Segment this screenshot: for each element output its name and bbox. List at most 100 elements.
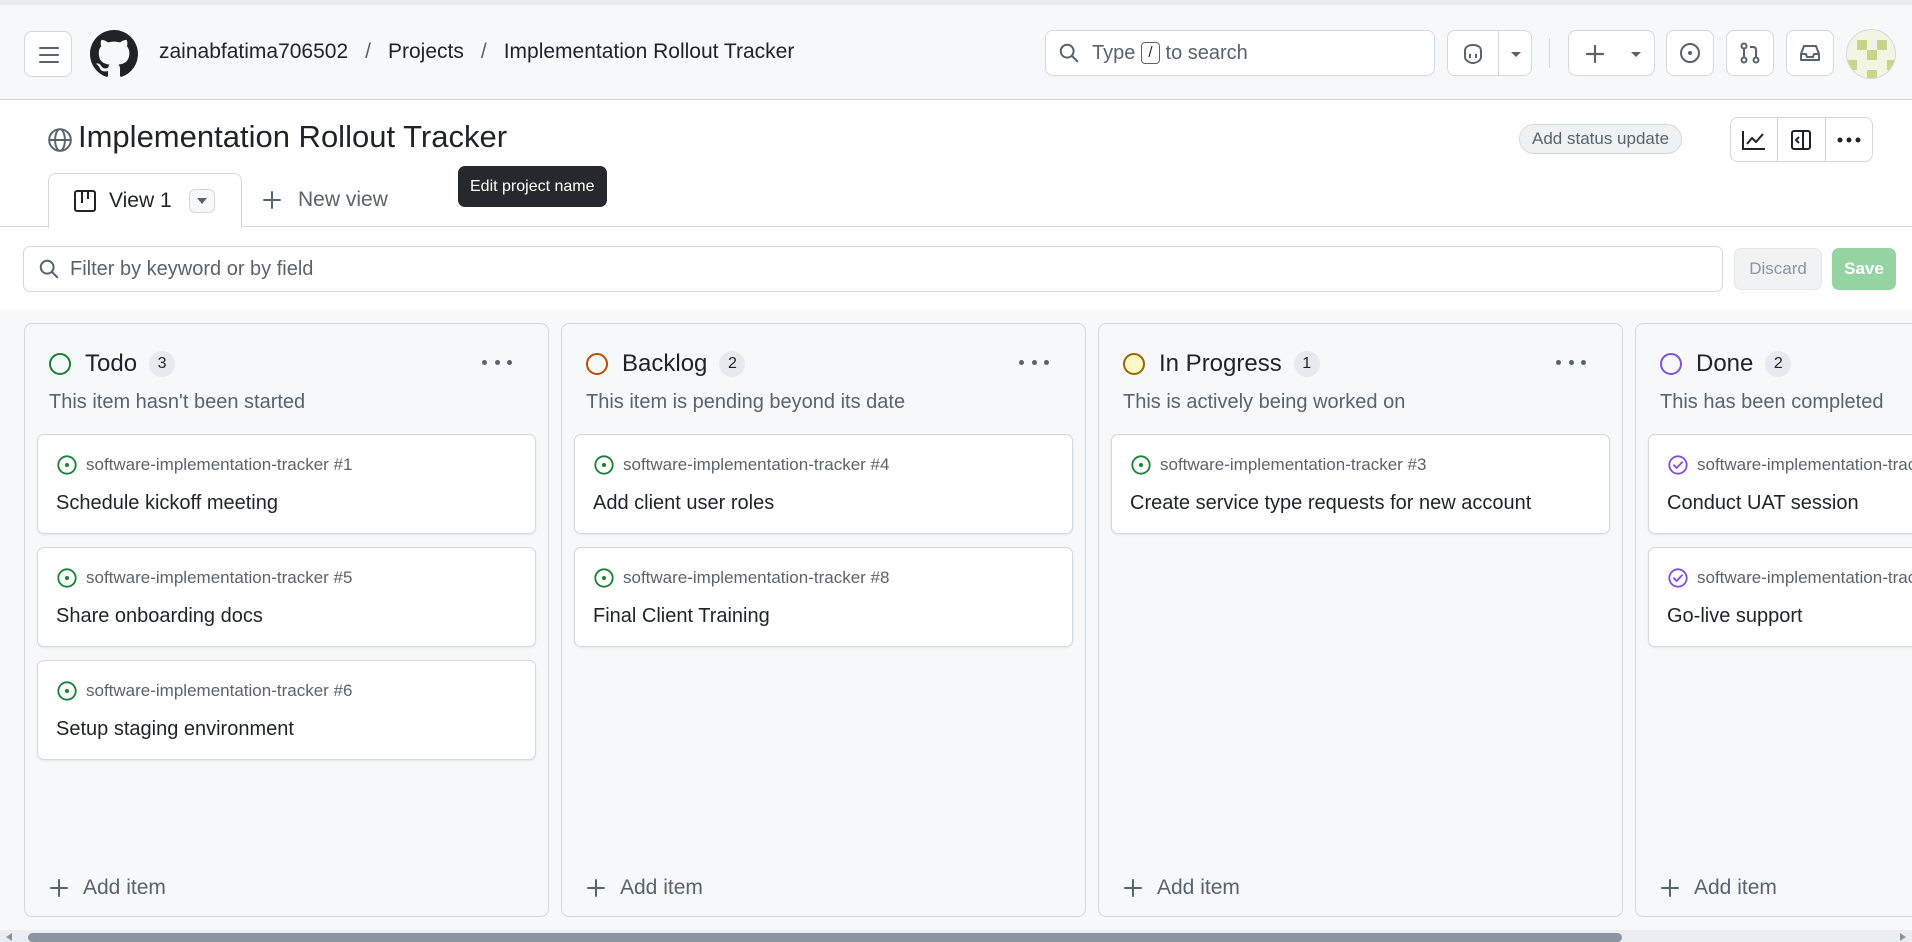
breadcrumb-project[interactable]: Implementation Rollout Tracker (504, 40, 795, 64)
card-reference[interactable]: software-implementation-tracker #1 (86, 455, 352, 475)
toggle-side-panel-button[interactable] (1778, 118, 1826, 161)
card-reference[interactable]: software-implementation-tracker #3 (1160, 455, 1426, 475)
card-title[interactable]: Setup staging environment (56, 718, 294, 741)
search-icon (1059, 43, 1079, 63)
column-backlog: Backlog 2 This item is pending beyond it… (561, 323, 1086, 917)
card-reference[interactable]: software-implementation-tracker #7 (1697, 455, 1912, 475)
plus-icon (1585, 44, 1605, 64)
add-item-button[interactable]: Add item (1660, 876, 1777, 900)
column-menu-button[interactable] (1019, 352, 1049, 372)
discard-button[interactable]: Discard (1734, 248, 1822, 290)
add-item-button[interactable]: Add item (1123, 876, 1240, 900)
scroll-right-icon[interactable] (1900, 933, 1906, 941)
filter-input[interactable]: Filter by keyword or by field (23, 246, 1723, 292)
board-card[interactable]: software-implementation-tracker #7 Condu… (1648, 434, 1912, 534)
filter-placeholder: Filter by keyword or by field (70, 257, 314, 280)
add-item-label: Add item (620, 876, 703, 899)
add-item-label: Add item (1694, 876, 1777, 899)
save-button[interactable]: Save (1832, 248, 1896, 290)
insights-button[interactable] (1731, 118, 1779, 161)
issue-opened-icon (57, 568, 77, 588)
issue-closed-icon (1668, 568, 1688, 588)
card-title[interactable]: Schedule kickoff meeting (56, 492, 278, 515)
column-count: 3 (149, 351, 176, 377)
horizontal-scrollbar[interactable] (0, 930, 1912, 942)
scroll-left-icon[interactable] (6, 933, 12, 941)
column-count: 2 (1765, 351, 1792, 377)
tab-view-1[interactable]: View 1 (48, 173, 242, 228)
more-options-button[interactable] (1826, 118, 1872, 161)
card-title[interactable]: Create service type requests for new acc… (1130, 492, 1531, 515)
add-status-update-button[interactable]: Add status update (1519, 124, 1683, 154)
search-prefix: Type (1092, 41, 1136, 64)
card-reference[interactable]: software-implementation-tracker #8 (623, 568, 889, 588)
issues-button[interactable] (1666, 30, 1714, 76)
view-options-button[interactable] (189, 189, 215, 213)
search-shortcut-key: / (1141, 42, 1160, 64)
board-card[interactable]: software-implementation-tracker #4 Add c… (574, 434, 1073, 534)
board-card[interactable]: software-implementation-tracker #5 Share… (37, 547, 536, 647)
column-name: Done (1696, 350, 1754, 377)
card-reference[interactable]: software-implementation-tracker #6 (86, 681, 352, 701)
column-count: 1 (1293, 351, 1320, 377)
card-title[interactable]: Go-live support (1667, 605, 1803, 628)
card-reference[interactable]: software-implementation-tracker #5 (86, 568, 352, 588)
inbox-button[interactable] (1786, 30, 1834, 76)
user-avatar[interactable] (1846, 29, 1896, 79)
card-title[interactable]: Add client user roles (593, 492, 774, 515)
column-description: This item hasn't been started (49, 391, 306, 413)
breadcrumb-projects[interactable]: Projects (388, 40, 464, 64)
card-title[interactable]: Final Client Training (593, 605, 770, 628)
status-circle-icon (49, 353, 71, 375)
pull-requests-button[interactable] (1726, 30, 1774, 76)
header-divider (1549, 38, 1550, 68)
board-card[interactable]: software-implementation-tracker #6 Setup… (37, 660, 536, 760)
scrollbar-thumb[interactable] (28, 933, 1622, 942)
add-item-label: Add item (1157, 876, 1240, 899)
column-description: This item is pending beyond its date (586, 391, 906, 413)
column-header: Done 2 (1660, 350, 1792, 378)
column-name: In Progress (1159, 350, 1282, 377)
tab-label: View 1 (109, 189, 172, 212)
board-view-icon (74, 190, 96, 212)
plus-icon (587, 879, 605, 897)
menu-button[interactable] (24, 31, 72, 77)
column-menu-button[interactable] (482, 352, 512, 372)
card-title[interactable]: Conduct UAT session (1667, 492, 1859, 515)
add-item-button[interactable]: Add item (49, 876, 166, 900)
board-card[interactable]: software-implementation-tracker #8 Final… (574, 547, 1073, 647)
breadcrumb-owner[interactable]: zainabfatima706502 (159, 40, 348, 64)
plus-icon (263, 191, 281, 209)
triangle-down-icon (197, 198, 207, 204)
graph-icon (1742, 130, 1766, 150)
copilot-button[interactable] (1447, 30, 1532, 76)
column-in-progress: In Progress 1 This is actively being wor… (1098, 323, 1623, 917)
chevron-down-icon (1631, 52, 1641, 57)
add-item-label: Add item (83, 876, 166, 899)
new-view-button[interactable]: New view (262, 188, 388, 212)
column-name: Todo (85, 350, 138, 377)
plus-icon (50, 879, 68, 897)
board-card[interactable]: software-implementation-tracker #2 Go-li… (1648, 547, 1912, 647)
issue-opened-icon (57, 681, 77, 701)
board-card[interactable]: software-implementation-tracker #1 Sched… (37, 434, 536, 534)
card-reference[interactable]: software-implementation-tracker #2 (1697, 568, 1912, 588)
card-reference[interactable]: software-implementation-tracker #4 (623, 455, 889, 475)
column-done: Done 2 This has been completed software-… (1635, 323, 1912, 917)
project-title[interactable]: Implementation Rollout Tracker (78, 119, 507, 155)
copilot-icon (1464, 43, 1482, 65)
card-title[interactable]: Share onboarding docs (56, 605, 263, 628)
github-logo-icon[interactable] (90, 30, 138, 78)
globe-icon (48, 128, 72, 152)
board-card[interactable]: software-implementation-tracker #3 Creat… (1111, 434, 1610, 534)
create-new-button[interactable] (1568, 30, 1655, 76)
plus-icon (1661, 879, 1679, 897)
status-circle-icon (1660, 353, 1682, 375)
global-search-input[interactable]: Type / to search (1045, 30, 1435, 76)
column-description: This is actively being worked on (1123, 391, 1406, 413)
add-item-button[interactable]: Add item (586, 876, 703, 900)
issues-icon (1680, 43, 1700, 63)
chevron-down-icon[interactable] (1509, 50, 1523, 60)
search-suffix: to search (1165, 41, 1248, 64)
column-menu-button[interactable] (1556, 352, 1586, 372)
